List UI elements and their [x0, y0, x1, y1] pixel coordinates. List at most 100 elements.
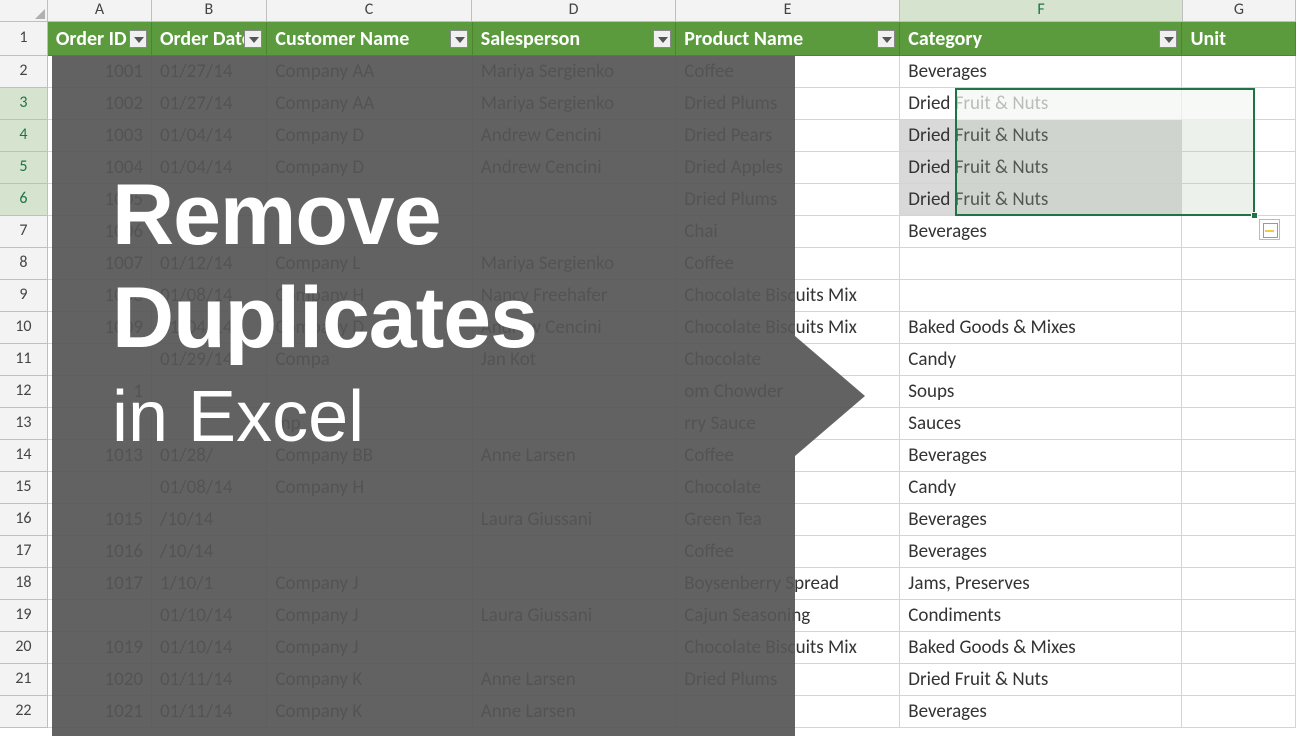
cell-E14[interactable]: Coffee [676, 440, 900, 472]
cell-B11[interactable]: 01/29/14 [152, 344, 267, 376]
col-header-B[interactable]: B [152, 0, 267, 22]
cell-C11[interactable]: Compa [267, 344, 472, 376]
cell-A16[interactable]: 1015 [48, 504, 152, 536]
cell-G21[interactable] [1182, 664, 1296, 696]
cell-A8[interactable]: 1007 [48, 248, 152, 280]
cell-E12[interactable]: om Chowder [676, 376, 900, 408]
cell-G16[interactable] [1182, 504, 1296, 536]
cell-G8[interactable] [1182, 248, 1296, 280]
cell-D13[interactable] [473, 408, 676, 440]
cell-C21[interactable]: Company K [267, 664, 472, 696]
cell-F13[interactable]: Sauces [900, 408, 1182, 440]
cell-F7[interactable]: Beverages [900, 216, 1182, 248]
cell-A2[interactable]: 1001 [48, 56, 152, 88]
header-category[interactable]: Category [900, 22, 1182, 56]
cell-A15[interactable] [48, 472, 152, 504]
cell-F11[interactable]: Candy [900, 344, 1182, 376]
row-header-17[interactable]: 17 [0, 536, 48, 568]
cell-G3[interactable] [1182, 88, 1296, 120]
row-header-21[interactable]: 21 [0, 664, 48, 696]
cell-E20[interactable]: Chocolate Biscuits Mix [676, 632, 900, 664]
header-customer-name[interactable]: Customer Name [267, 22, 472, 56]
cell-E16[interactable]: Green Tea [676, 504, 900, 536]
cell-A14[interactable]: 1013 [48, 440, 152, 472]
cell-C6[interactable] [267, 184, 472, 216]
row-header-14[interactable]: 14 [0, 440, 48, 472]
cell-D15[interactable] [473, 472, 676, 504]
cell-E3[interactable]: Dried Plums [676, 88, 900, 120]
cell-D10[interactable]: Andrew Cencini [473, 312, 676, 344]
cell-E2[interactable]: Coffee [676, 56, 900, 88]
cell-C7[interactable] [267, 216, 472, 248]
cell-F8[interactable] [900, 248, 1182, 280]
cell-G11[interactable] [1182, 344, 1296, 376]
cell-D22[interactable]: Anne Larsen [473, 696, 676, 728]
cell-D17[interactable] [473, 536, 676, 568]
cell-F5[interactable]: Dried Fruit & Nuts [900, 152, 1182, 184]
cell-E21[interactable]: Dried Plums [676, 664, 900, 696]
header-unit[interactable]: Unit [1182, 22, 1296, 56]
cell-C16[interactable] [267, 504, 472, 536]
filter-dropdown-icon[interactable] [244, 30, 262, 48]
cell-F22[interactable]: Beverages [900, 696, 1182, 728]
cell-C22[interactable]: Company K [267, 696, 472, 728]
cell-A6[interactable]: 1005 [48, 184, 152, 216]
cell-E18[interactable]: Boysenberry Spread [676, 568, 900, 600]
cell-F2[interactable]: Beverages [900, 56, 1182, 88]
cell-D2[interactable]: Mariya Sergienko [473, 56, 676, 88]
cell-G20[interactable] [1182, 632, 1296, 664]
row-header-19[interactable]: 19 [0, 600, 48, 632]
cell-C4[interactable]: Company D [267, 120, 472, 152]
cell-G6[interactable] [1182, 184, 1296, 216]
cell-D9[interactable]: Nancy Freehafer [473, 280, 676, 312]
row-header-9[interactable]: 9 [0, 280, 48, 312]
cell-A12[interactable]: 1 [48, 376, 152, 408]
cell-G13[interactable] [1182, 408, 1296, 440]
cell-G2[interactable] [1182, 56, 1296, 88]
cell-D4[interactable]: Andrew Cencini [473, 120, 676, 152]
cell-F15[interactable]: Candy [900, 472, 1182, 504]
cell-B9[interactable]: 01/08/14 [152, 280, 267, 312]
cell-F12[interactable]: Soups [900, 376, 1182, 408]
row-header-11[interactable]: 11 [0, 344, 48, 376]
row-header-16[interactable]: 16 [0, 504, 48, 536]
header-salesperson[interactable]: Salesperson [473, 22, 676, 56]
quick-analysis-button[interactable] [1259, 219, 1280, 240]
cell-B10[interactable]: 01/04/14 [152, 312, 267, 344]
cell-B7[interactable] [152, 216, 267, 248]
cell-B6[interactable] [152, 184, 267, 216]
header-order-id[interactable]: Order ID [48, 22, 152, 56]
filter-dropdown-icon[interactable] [450, 30, 468, 48]
cell-G4[interactable] [1182, 120, 1296, 152]
cell-G15[interactable] [1182, 472, 1296, 504]
row-header-2[interactable]: 2 [0, 56, 48, 88]
cell-D20[interactable] [473, 632, 676, 664]
cell-B4[interactable]: 01/04/14 [152, 120, 267, 152]
cell-F10[interactable]: Baked Goods & Mixes [900, 312, 1182, 344]
row-header-10[interactable]: 10 [0, 312, 48, 344]
row-header-5[interactable]: 5 [0, 152, 48, 184]
cell-B5[interactable]: 01/04/14 [152, 152, 267, 184]
row-header-22[interactable]: 22 [0, 696, 48, 728]
cell-F6[interactable]: Dried Fruit & Nuts [900, 184, 1182, 216]
cell-E22[interactable] [676, 696, 900, 728]
cell-A17[interactable]: 1016 [48, 536, 152, 568]
cell-F18[interactable]: Jams, Preserves [900, 568, 1182, 600]
cell-C20[interactable]: Company J [267, 632, 472, 664]
cell-A7[interactable]: 1006 [48, 216, 152, 248]
cell-G5[interactable] [1182, 152, 1296, 184]
cell-B21[interactable]: 01/11/14 [152, 664, 267, 696]
cell-C5[interactable]: Company D [267, 152, 472, 184]
row-header-7[interactable]: 7 [0, 216, 48, 248]
cell-A3[interactable]: 1002 [48, 88, 152, 120]
col-header-G[interactable]: G [1183, 0, 1296, 22]
cell-F9[interactable] [900, 280, 1182, 312]
cell-A5[interactable]: 1004 [48, 152, 152, 184]
cell-D3[interactable]: Mariya Sergienko [473, 88, 676, 120]
cell-C19[interactable]: Company J [267, 600, 472, 632]
fill-handle[interactable] [1251, 212, 1258, 219]
cell-E10[interactable]: Chocolate Biscuits Mix [676, 312, 900, 344]
cell-C3[interactable]: Company AA [267, 88, 472, 120]
cell-F3[interactable]: Dried Fruit & Nuts [900, 88, 1182, 120]
filter-dropdown-icon[interactable] [129, 30, 147, 48]
